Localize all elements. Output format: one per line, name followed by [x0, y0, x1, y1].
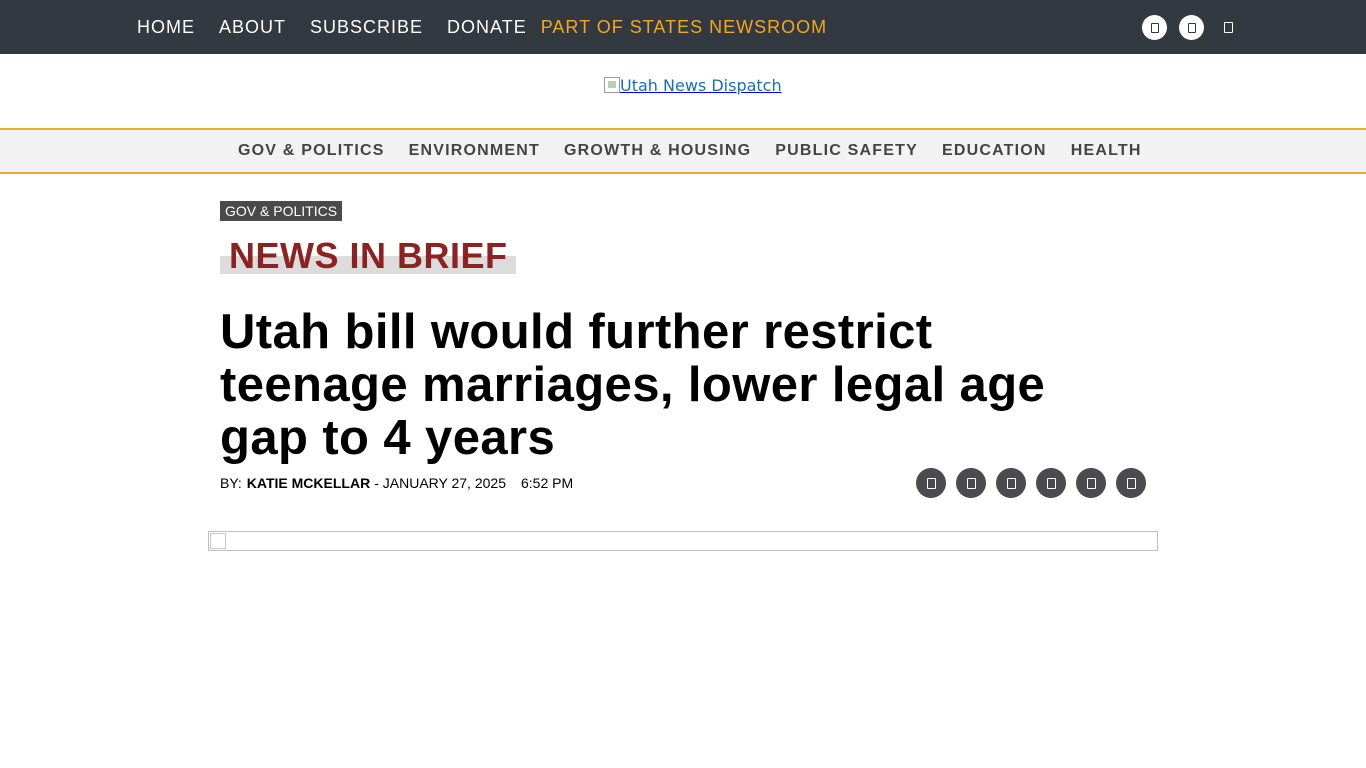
- top-bar: HOME ABOUT SUBSCRIBE DONATE PART OF STAT…: [0, 0, 1366, 54]
- section-growth-housing[interactable]: GROWTH & HOUSING: [564, 142, 751, 160]
- section-education[interactable]: EDUCATION: [942, 142, 1047, 160]
- site-logo[interactable]: Utah News Dispatch: [604, 74, 782, 96]
- nav-home-link[interactable]: HOME: [137, 17, 195, 38]
- section-nav: GOV & POLITICS ENVIRONMENT GROWTH & HOUS…: [0, 128, 1366, 174]
- facebook-share-icon[interactable]: [916, 468, 946, 498]
- section-public-safety[interactable]: PUBLIC SAFETY: [775, 142, 918, 160]
- kicker-text: NEWS IN BRIEF: [229, 235, 508, 276]
- logo-area: Utah News Dispatch: [0, 54, 1366, 129]
- social-icons: [1142, 15, 1241, 40]
- publish-time: 6:52 PM: [520, 475, 574, 491]
- x-share-icon[interactable]: [956, 468, 986, 498]
- hero-image: [208, 531, 1158, 551]
- section-gov-politics[interactable]: GOV & POLITICS: [238, 142, 385, 160]
- logo-alt-text: Utah News Dispatch: [620, 75, 782, 95]
- search-icon[interactable]: [1216, 15, 1241, 40]
- news-in-brief-kicker: NEWS IN BRIEF: [220, 235, 516, 276]
- publish-date: - JANUARY 27, 2025: [374, 475, 506, 491]
- states-newsroom-link[interactable]: PART OF STATES NEWSROOM: [541, 17, 827, 38]
- email-share-icon[interactable]: [996, 468, 1026, 498]
- republish-share-icon[interactable]: [1116, 468, 1146, 498]
- facebook-icon[interactable]: [1142, 15, 1167, 40]
- share-buttons: [916, 468, 1156, 498]
- author-link[interactable]: KATIE MCKELLAR: [247, 475, 370, 491]
- category-badge[interactable]: GOV & POLITICS: [220, 201, 343, 221]
- x-twitter-icon[interactable]: [1179, 15, 1204, 40]
- print-share-icon[interactable]: [1076, 468, 1106, 498]
- nav-about-link[interactable]: ABOUT: [219, 17, 286, 38]
- nav-subscribe-link[interactable]: SUBSCRIBE: [310, 17, 423, 38]
- byline: BY: KATIE MCKELLAR - JANUARY 27, 2025 6:…: [220, 475, 573, 491]
- section-health[interactable]: HEALTH: [1071, 142, 1142, 160]
- top-nav: HOME ABOUT SUBSCRIBE DONATE PART OF STAT…: [137, 0, 851, 54]
- broken-image-icon: [604, 77, 620, 93]
- byline-label: BY:: [220, 475, 242, 491]
- broken-image-icon: [210, 533, 226, 549]
- nav-donate-link[interactable]: DONATE: [447, 17, 527, 38]
- section-environment[interactable]: ENVIRONMENT: [409, 142, 540, 160]
- article-headline: Utah bill would further restrict teenage…: [220, 305, 1046, 465]
- linkedin-share-icon[interactable]: [1036, 468, 1066, 498]
